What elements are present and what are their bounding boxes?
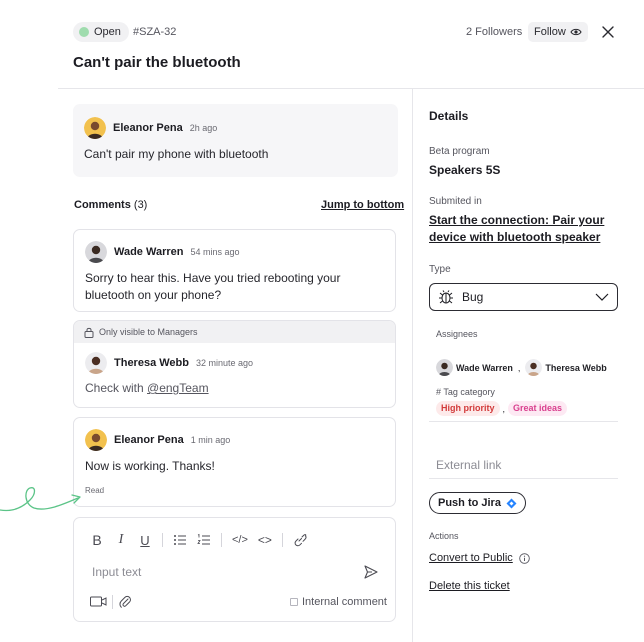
chevron-down-icon (595, 293, 609, 301)
assignee-name[interactable]: Wade Warren (456, 363, 513, 373)
delete-ticket-link[interactable]: Delete this ticket (429, 580, 510, 592)
avatar (525, 359, 543, 376)
visibility-bar: Only visible to Managers (74, 321, 395, 343)
send-icon[interactable] (363, 564, 379, 580)
swirl-decoration (0, 487, 81, 512)
beta-program-value: Speakers 5S (429, 163, 501, 177)
comment-body: Sorry to hear this. Have you tried reboo… (85, 271, 341, 302)
tag-high-priority[interactable]: High priority (436, 401, 500, 416)
internal-comment-label: Internal comment (302, 596, 387, 608)
beta-program-label: Beta program (429, 146, 490, 157)
convert-to-public-link[interactable]: Convert to Public (429, 552, 513, 564)
mention-link[interactable]: @engTeam (147, 381, 209, 395)
numbered-list-icon[interactable] (197, 532, 211, 548)
comment-card: Eleanor Pena 1 min ago Now is working. T… (73, 417, 396, 507)
avatar (85, 429, 107, 451)
avatar (84, 117, 106, 139)
link-icon[interactable] (293, 532, 307, 548)
lock-icon (84, 327, 94, 338)
status-dot-icon (79, 27, 89, 37)
avatar (436, 359, 453, 376)
eye-icon (570, 28, 582, 36)
comment-time: 1 min ago (190, 435, 231, 445)
jira-icon (506, 498, 517, 508)
comments-count: (3) (133, 199, 148, 211)
video-icon[interactable] (90, 596, 107, 607)
toolbar-divider (221, 533, 222, 547)
type-value: Bug (462, 290, 484, 304)
tag-separator: , (502, 403, 506, 414)
code-block-icon[interactable]: <> (258, 532, 272, 548)
comment-input[interactable]: Input text (92, 565, 141, 579)
comment-time: 32 minute ago (196, 358, 254, 368)
comment-editor: B I U </> <> Input text Internal comment (73, 517, 396, 622)
comment-body-text: Check with (85, 381, 148, 395)
assignee-separator: , (517, 362, 521, 373)
avatar (85, 352, 107, 374)
type-label: Type (429, 264, 451, 275)
pane-divider (412, 88, 413, 642)
assignees-panel: Assignees Wade Warren , Theresa Webb # T… (429, 321, 618, 422)
toolbar-divider (162, 533, 163, 547)
bug-icon (439, 290, 453, 304)
comment-card: Wade Warren 54 mins ago Sorry to hear th… (73, 229, 396, 312)
status-label: Open (94, 26, 121, 38)
info-icon[interactable] (519, 552, 530, 564)
bullet-list-icon[interactable] (173, 532, 187, 548)
code-inline-icon[interactable]: </> (232, 532, 248, 548)
bold-icon[interactable]: B (90, 532, 104, 548)
attachment-icon[interactable] (119, 594, 131, 609)
comments-heading: Comments (3) (74, 199, 147, 211)
internal-comment-toggle[interactable]: Internal comment (290, 596, 387, 608)
visibility-label: Only visible to Managers (99, 327, 198, 337)
comment-time: 54 mins ago (190, 247, 240, 257)
jump-to-bottom-link[interactable]: Jump to bottom (321, 199, 404, 211)
push-to-jira-button[interactable]: Push to Jira (429, 492, 526, 514)
post-time: 2h ago (189, 123, 218, 133)
header-divider (58, 88, 644, 89)
submitted-label: Submited in (429, 196, 482, 207)
page-title: Can't pair the bluetooth (73, 54, 241, 71)
author-name[interactable]: Theresa Webb (114, 357, 189, 369)
author-name[interactable]: Eleanor Pena (114, 434, 184, 446)
actions-label: Actions (429, 531, 459, 541)
underline-icon[interactable]: U (138, 532, 152, 548)
push-to-jira-label: Push to Jira (438, 497, 501, 509)
follow-label: Follow (534, 26, 566, 38)
comment-card-managers: Only visible to Managers Theresa Webb 32… (73, 320, 396, 408)
author-name[interactable]: Wade Warren (114, 246, 183, 258)
status-badge: Open (73, 22, 129, 42)
details-heading: Details (429, 109, 469, 123)
assignees-label: Assignees (436, 329, 478, 339)
toolbar-divider (112, 595, 113, 609)
ticket-id: #SZA-32 (133, 26, 177, 38)
post-body: Can't pair my phone with bluetooth (84, 147, 269, 161)
close-icon[interactable] (600, 24, 616, 40)
italic-icon[interactable]: I (114, 532, 128, 548)
submitted-link[interactable]: Start the connection: Pair your device w… (429, 212, 619, 246)
internal-comment-checkbox[interactable] (290, 598, 298, 606)
tag-category-label: # Tag category (436, 387, 495, 397)
follow-button[interactable]: Follow (528, 22, 588, 42)
avatar (85, 241, 107, 263)
comments-label: Comments (74, 199, 131, 211)
assignee-name[interactable]: Theresa Webb (545, 363, 606, 373)
external-link-underline (429, 478, 618, 479)
type-select[interactable]: Bug (429, 283, 618, 311)
original-post: Eleanor Pena 2h ago Can't pair my phone … (73, 104, 398, 177)
author-name[interactable]: Eleanor Pena (113, 122, 183, 134)
followers-count[interactable]: 2 Followers (466, 26, 522, 38)
comment-body: Now is working. Thanks! (85, 459, 215, 473)
tag-great-ideas[interactable]: Great ideas (508, 401, 568, 416)
external-link-input[interactable]: External link (436, 458, 501, 472)
comment-body: Check with @engTeam (85, 380, 209, 397)
editor-toolbar: B I U </> <> (90, 532, 307, 548)
toolbar-divider (281, 533, 283, 547)
